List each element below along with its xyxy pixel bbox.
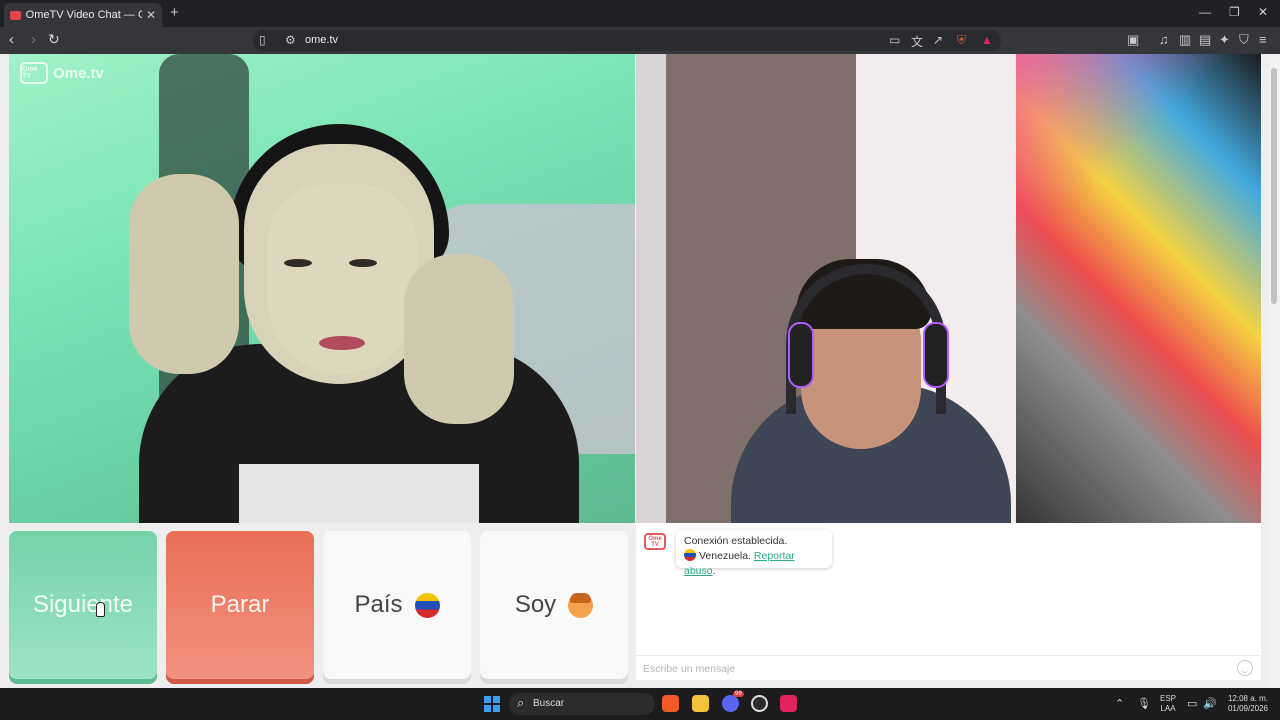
person-hand — [129, 174, 239, 374]
pop-art-mural — [1016, 54, 1261, 523]
country-label: País — [354, 591, 403, 618]
person-eye — [349, 259, 377, 267]
gender-label: Soy — [514, 591, 557, 618]
stop-label: Parar — [210, 591, 270, 618]
site-settings-icon[interactable]: ⚙ — [285, 33, 296, 47]
gender-button[interactable]: Soy — [480, 531, 628, 679]
logo-text: Ome.tv — [53, 64, 104, 82]
mouse-cursor-icon — [96, 602, 105, 617]
show-hidden-icons-icon[interactable]: ⌃ — [1115, 697, 1124, 710]
language-top: ESP — [1159, 694, 1176, 703]
stranger-video: Ome TV Ome.tv — [9, 54, 635, 523]
venezuela-flag-icon — [414, 592, 440, 618]
country-button[interactable]: País — [323, 531, 471, 679]
sidebar-icon[interactable]: ▥ — [1179, 32, 1191, 48]
headset-ear — [923, 322, 949, 388]
windows-taskbar: Buscar 99 ⌃ 🎙 ESP LAA ▭ 🔊 12:08 a. m. 01… — [0, 688, 1280, 720]
address-bar[interactable]: ▯ ⚙ ome.tv ▭ 文 ↗ ⛨ ▲ — [253, 30, 1001, 51]
clock[interactable]: 12:08 a. m. 01/09/2026 — [1222, 694, 1274, 714]
share-icon[interactable]: ↗ — [933, 33, 943, 47]
self-video — [636, 54, 1261, 523]
browser-toolbar: ‹ › ↻ ▯ ⚙ ome.tv ▭ 文 ↗ ⛨ ▲ ▣ ♫ ▥ ▤ ✦ ⛉ ≡ — [0, 27, 1280, 54]
forward-icon[interactable]: › — [31, 31, 36, 48]
file-explorer-icon[interactable] — [692, 695, 709, 712]
tiktok-icon[interactable] — [780, 695, 797, 712]
page-scrollbar[interactable] — [1268, 54, 1280, 688]
minimize-icon[interactable]: — — [1199, 5, 1211, 19]
brave-shield-icon[interactable]: ⛨ — [957, 33, 966, 48]
stranger-country: Venezuela. — [699, 550, 751, 562]
reader-icon[interactable]: ▣ — [1127, 32, 1139, 48]
restore-icon[interactable]: ❐ — [1229, 5, 1240, 19]
next-label: Siguiente — [32, 591, 134, 618]
stranger-country-line: Venezuela. Reportar abuso. — [684, 549, 824, 579]
system-message: Conexión establecida. Venezuela. Reporta… — [676, 530, 832, 577]
emoji-icon[interactable] — [1237, 660, 1253, 676]
browser-tabstrip: OmeTV Video Chat — Omegle ✕ + — ❐ ✕ — [0, 0, 1280, 27]
person-eye — [284, 259, 312, 267]
connection-status: Conexión establecida. — [684, 535, 788, 547]
cast-icon[interactable]: ▭ — [889, 33, 900, 47]
obs-icon[interactable] — [751, 695, 768, 712]
discord-icon[interactable] — [722, 695, 739, 712]
shirt-print — [239, 464, 479, 523]
message-input-bar — [636, 655, 1261, 680]
translate-icon[interactable]: 文 — [911, 33, 923, 50]
scroll-thumb[interactable] — [1271, 68, 1277, 304]
tv-logo-icon: Ome TV — [20, 62, 48, 84]
back-icon[interactable]: ‹ — [9, 31, 14, 48]
close-tab-icon[interactable]: ✕ — [146, 8, 156, 22]
reload-icon[interactable]: ↻ — [48, 31, 60, 48]
browser-tab[interactable]: OmeTV Video Chat — Omegle ✕ — [4, 3, 162, 27]
stop-button[interactable]: Parar — [166, 531, 314, 679]
brave-rewards-icon[interactable]: ▲ — [981, 33, 993, 47]
wallet-icon[interactable]: ▤ — [1199, 32, 1211, 48]
report-suffix: . — [712, 565, 716, 577]
menu-icon[interactable]: ≡ — [1259, 32, 1267, 47]
ometv-logo[interactable]: Ome TV Ome.tv — [20, 62, 104, 84]
taskbar-search[interactable]: Buscar — [509, 693, 655, 715]
door-frame — [636, 54, 666, 523]
tab-title: OmeTV Video Chat — Omegle — [25, 9, 142, 21]
ometv-page: Ome TV Ome.tv Siguiente Parar País Soy O… — [0, 54, 1280, 688]
windows-start-icon[interactable] — [484, 696, 500, 712]
vpn-icon[interactable]: ⛉ — [1239, 32, 1249, 48]
person-mouth — [319, 336, 365, 350]
discord-badge: 99 — [733, 691, 744, 697]
microphone-icon[interactable]: 🎙 — [1137, 697, 1151, 710]
boy-avatar-icon — [568, 592, 594, 618]
close-window-icon[interactable]: ✕ — [1258, 5, 1268, 19]
language-indicator[interactable]: ESP LAA — [1158, 694, 1178, 714]
volume-icon[interactable]: 🔊 — [1203, 697, 1217, 710]
message-input[interactable] — [643, 660, 1223, 678]
clock-time: 12:08 a. m. — [1227, 694, 1269, 703]
music-icon[interactable]: ♫ — [1159, 32, 1169, 47]
chat-panel: Ome TV Conexión establecida. Venezuela. … — [636, 523, 1261, 680]
url-text[interactable]: ome.tv — [305, 34, 338, 46]
brave-app-icon[interactable] — [662, 695, 679, 712]
ometv-chat-logo-icon: Ome TV — [644, 533, 666, 550]
new-tab-button[interactable]: + — [170, 4, 179, 21]
person-hand — [404, 254, 514, 424]
youtube-favicon-icon — [10, 10, 21, 20]
venezuela-flag-icon — [684, 549, 696, 561]
leo-icon[interactable]: ✦ — [1219, 32, 1230, 48]
next-button[interactable]: Siguiente — [9, 531, 157, 679]
language-bottom: LAA — [1160, 704, 1176, 713]
headset-ear — [788, 322, 814, 388]
clock-date: 01/09/2026 — [1227, 704, 1269, 713]
bookmark-icon[interactable]: ▯ — [259, 33, 266, 47]
display-icon[interactable]: ▭ — [1187, 697, 1197, 710]
